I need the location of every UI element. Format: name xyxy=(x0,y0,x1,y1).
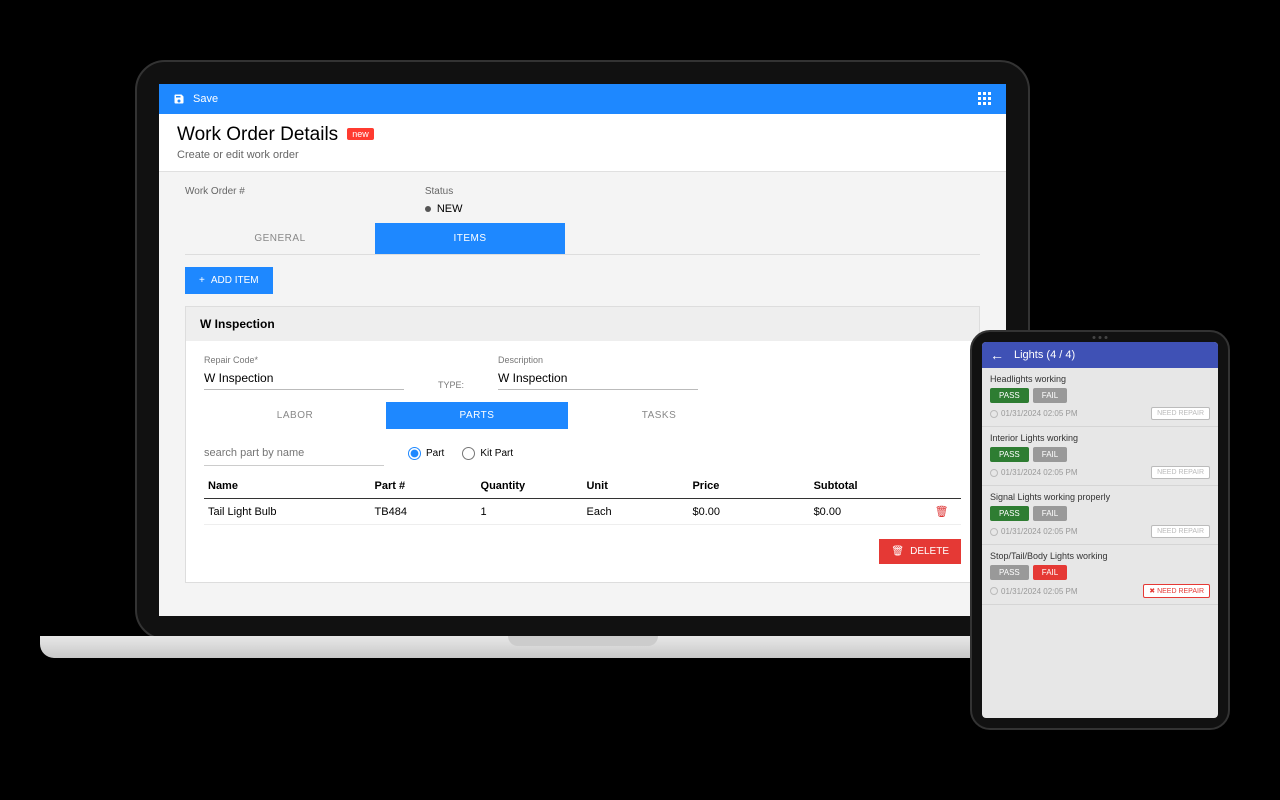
laptop-base xyxy=(40,636,1125,658)
cell-price: $0.00 xyxy=(688,499,809,525)
inspection-title: Headlights working xyxy=(990,374,1210,384)
add-item-button[interactable]: + ADD ITEM xyxy=(185,267,273,294)
app-topbar: Save xyxy=(159,84,1006,114)
save-label: Save xyxy=(193,93,218,105)
repair-code-label: Repair Code* xyxy=(204,355,404,365)
status-dot-icon xyxy=(425,206,431,212)
summary-fields: Work Order # Status NEW xyxy=(185,186,980,215)
save-icon xyxy=(173,93,185,105)
sub-tabs: LABOR PARTS TASKS xyxy=(204,402,961,429)
pass-button[interactable]: PASS xyxy=(990,506,1029,521)
type-label: TYPE: xyxy=(438,380,464,390)
work-order-label: Work Order # xyxy=(185,186,245,197)
laptop-frame: Save Work Order Details new Create or ed… xyxy=(135,60,1030,640)
table-row: Tail Light Bulb TB484 1 Each $0.00 $0.00… xyxy=(204,499,961,525)
col-subtotal: Subtotal xyxy=(810,474,931,499)
timestamp: 01/31/2024 02:05 PM xyxy=(990,409,1078,418)
clock-icon xyxy=(990,410,998,418)
delete-label: DELETE xyxy=(910,546,949,557)
description-label: Description xyxy=(498,355,698,365)
timestamp: 01/31/2024 02:05 PM xyxy=(990,527,1078,536)
clock-icon xyxy=(990,469,998,477)
tab-general[interactable]: GENERAL xyxy=(185,223,375,254)
pass-button[interactable]: PASS xyxy=(990,447,1029,462)
col-qty: Quantity xyxy=(477,474,583,499)
need-repair-button[interactable]: NEED REPAIR xyxy=(1151,466,1210,479)
fail-button[interactable]: FAIL xyxy=(1033,565,1067,580)
cell-name: Tail Light Bulb xyxy=(204,499,371,525)
subtab-parts[interactable]: PARTS xyxy=(386,402,568,429)
main-tabs: GENERAL ITEMS xyxy=(185,223,980,255)
row-delete-icon[interactable]: 🗑 xyxy=(935,506,949,518)
tablet-camera xyxy=(1093,336,1108,339)
timestamp: 01/31/2024 02:05 PM xyxy=(990,587,1078,596)
panel-title: W Inspection xyxy=(186,307,979,341)
need-repair-button[interactable]: NEED REPAIR xyxy=(1151,525,1210,538)
col-partno: Part # xyxy=(371,474,477,499)
status-value: NEW xyxy=(425,203,463,215)
add-item-label: ADD ITEM xyxy=(211,275,259,286)
part-search-input[interactable] xyxy=(204,441,384,466)
timestamp: 01/31/2024 02:05 PM xyxy=(990,468,1078,477)
fail-button[interactable]: FAIL xyxy=(1033,447,1067,462)
plus-icon: + xyxy=(199,275,205,286)
tablet-header: ← Lights (4 / 4) xyxy=(982,342,1218,368)
page-content: Work Order # Status NEW GENERAL ITEMS + … xyxy=(159,172,1006,597)
inspection-item: Headlights working PASS FAIL 01/31/2024 02:… xyxy=(982,368,1218,427)
clock-icon xyxy=(990,587,998,595)
save-button[interactable]: Save xyxy=(173,93,218,105)
inspection-title: Interior Lights working xyxy=(990,433,1210,443)
col-unit: Unit xyxy=(582,474,688,499)
inspection-title: Signal Lights working properly xyxy=(990,492,1210,502)
inspection-item: Signal Lights working properly PASS FAIL 01… xyxy=(982,486,1218,545)
subtab-tasks[interactable]: TASKS xyxy=(568,402,750,429)
inspection-item: Interior Lights working PASS FAIL 01/31/202… xyxy=(982,427,1218,486)
page-subtitle: Create or edit work order xyxy=(177,149,988,161)
clock-icon xyxy=(990,528,998,536)
need-repair-button[interactable]: NEED REPAIR xyxy=(1143,584,1210,598)
radio-kit-part[interactable]: Kit Part xyxy=(462,447,513,460)
status-label: Status xyxy=(425,186,463,197)
inspection-title: Stop/Tail/Body Lights working xyxy=(990,551,1210,561)
description-input[interactable] xyxy=(498,367,698,390)
fail-button[interactable]: FAIL xyxy=(1033,388,1067,403)
panel-body: Repair Code* TYPE: Description LABOR xyxy=(186,341,979,582)
laptop-screen: Save Work Order Details new Create or ed… xyxy=(159,84,1006,616)
fail-button[interactable]: FAIL xyxy=(1033,506,1067,521)
tablet-title: Lights (4 / 4) xyxy=(1014,349,1075,361)
cell-subtotal: $0.00 xyxy=(810,499,931,525)
tab-items[interactable]: ITEMS xyxy=(375,223,565,254)
tablet-frame: ← Lights (4 / 4) Headlights working PASS F… xyxy=(970,330,1230,730)
inspection-panel: W Inspection Repair Code* TYPE: Descript… xyxy=(185,306,980,583)
col-price: Price xyxy=(688,474,809,499)
apps-grid-icon[interactable] xyxy=(978,92,992,106)
pass-button[interactable]: PASS xyxy=(990,565,1029,580)
need-repair-button[interactable]: NEED REPAIR xyxy=(1151,407,1210,420)
back-arrow-icon[interactable]: ← xyxy=(990,347,1004,363)
new-badge: new xyxy=(347,128,374,140)
tablet-screen: ← Lights (4 / 4) Headlights working PASS F… xyxy=(982,342,1218,718)
inspection-item: Stop/Tail/Body Lights working PASS FAIL 01/… xyxy=(982,545,1218,605)
delete-button[interactable]: 🗑 DELETE xyxy=(879,539,961,564)
laptop-notch xyxy=(508,636,658,646)
cell-unit: Each xyxy=(582,499,688,525)
cell-partno: TB484 xyxy=(371,499,477,525)
subtab-labor[interactable]: LABOR xyxy=(204,402,386,429)
inspection-list: Headlights working PASS FAIL 01/31/2024 02:… xyxy=(982,368,1218,605)
page-header: Work Order Details new Create or edit wo… xyxy=(159,114,1006,172)
repair-code-input[interactable] xyxy=(204,367,404,390)
radio-part[interactable]: Part xyxy=(408,447,444,460)
cell-qty[interactable]: 1 xyxy=(477,499,583,525)
trash-icon: 🗑 xyxy=(891,546,904,557)
parts-table: Name Part # Quantity Unit Price Subtotal xyxy=(204,474,961,525)
pass-button[interactable]: PASS xyxy=(990,388,1029,403)
col-name: Name xyxy=(204,474,371,499)
page-title: Work Order Details xyxy=(177,124,338,146)
